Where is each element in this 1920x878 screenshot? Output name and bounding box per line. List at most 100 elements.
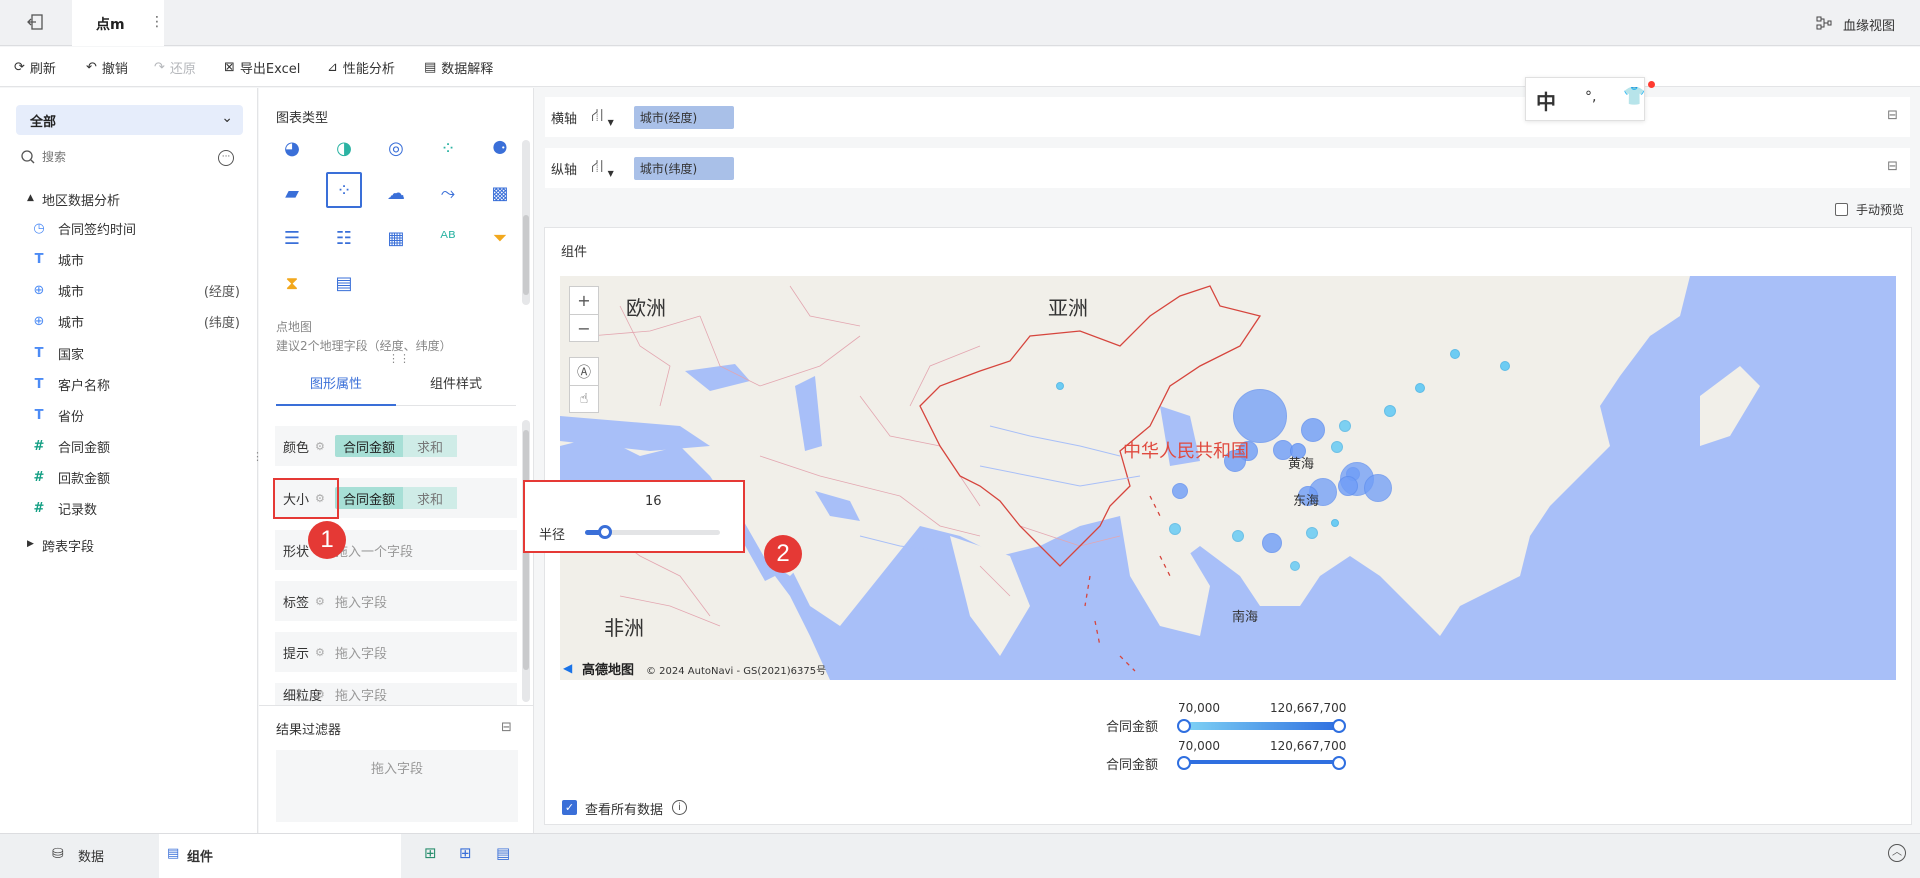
gear-icon[interactable]: ⚙ [315, 646, 325, 659]
word-cloud-icon[interactable]: ᴬᴮ [434, 224, 462, 252]
zoom-out-button[interactable]: − [569, 314, 599, 342]
heat-map-icon[interactable]: ☁ [382, 179, 410, 207]
point-map[interactable]: 欧洲 亚洲 非洲 中华人民共和国 黄海 东海 南海 ◀ 高德地图 © 2024 … [560, 276, 1896, 680]
split-drag-handle[interactable]: ⋮⋮ [388, 352, 410, 365]
legend-size-handle-min[interactable] [1177, 756, 1191, 770]
field-item[interactable]: # 回款金额 [30, 466, 240, 488]
cross-table-caret-icon[interactable]: ▶ [27, 539, 34, 549]
map-bubble[interactable] [1056, 382, 1064, 390]
legend-color-handle-min[interactable] [1177, 719, 1191, 733]
multi-pie-icon[interactable]: ◑ [330, 134, 358, 162]
x-axis-caret-icon[interactable]: ▼ [608, 118, 614, 127]
cross-table-fields[interactable]: 跨表字段 [42, 536, 94, 555]
field-item[interactable]: # 合同金额 [30, 435, 240, 457]
point-map-icon[interactable]: ⁘ [326, 172, 362, 208]
attr-aggregation[interactable]: 求和 [403, 435, 458, 457]
manual-preview-checkbox[interactable] [1835, 203, 1848, 216]
data-explain-button[interactable]: ▤ 数据解释 [424, 57, 493, 77]
list-table-icon[interactable]: ☰ [278, 224, 306, 252]
area-map-icon[interactable]: ▩ [486, 179, 514, 207]
tree-group-title[interactable]: 地区数据分析 [42, 190, 120, 209]
map-bubble[interactable] [1415, 383, 1425, 393]
field-item[interactable]: ⊕ 城市 (纬度) [30, 310, 240, 332]
flow-map-icon[interactable]: ⤳ [434, 179, 462, 207]
attr-field-pill[interactable]: 合同金额 求和 [335, 435, 458, 457]
map-bubble[interactable] [1262, 533, 1282, 553]
y-axis-chart-icon[interactable]: ⛙ [591, 156, 604, 180]
scatter-chart-icon[interactable]: ⁘ [434, 134, 462, 162]
filter-icon[interactable]: ⊟ [501, 720, 512, 735]
bubble-chart-icon[interactable]: ⚈ [486, 134, 514, 162]
attr-field-pill[interactable]: 合同金额 求和 [335, 487, 458, 509]
redo-button[interactable]: ↷ 还原 [154, 57, 196, 77]
map-bubble[interactable] [1232, 530, 1244, 542]
map-bubble[interactable] [1306, 527, 1318, 539]
lasso-select-icon[interactable]: Ⓐ [569, 357, 599, 385]
pie-chart-icon[interactable]: ◕ [278, 134, 306, 162]
tab-graph-attr[interactable]: 图形属性 [276, 368, 396, 406]
tree-group-caret-icon[interactable]: ▲ [27, 193, 34, 203]
tab-component[interactable]: ▤ 组件 [159, 834, 401, 878]
map-bubble[interactable] [1338, 476, 1358, 496]
map-bubble[interactable] [1301, 418, 1325, 442]
y-axis-lock-icon[interactable]: ⊟ [1887, 159, 1898, 174]
legend-color-bar[interactable] [1184, 722, 1339, 730]
ime-skin-icon[interactable]: 👕 [1623, 86, 1645, 107]
map-bubble[interactable] [1233, 389, 1287, 443]
add-dashboard-icon[interactable]: ⊞ [459, 844, 472, 862]
legend-size-bar[interactable] [1184, 760, 1339, 764]
hand-pan-icon[interactable]: ☝ [569, 385, 599, 413]
map-bubble[interactable] [1169, 523, 1181, 535]
x-axis-chart-icon[interactable]: ⛙ [591, 105, 604, 129]
attr-row-granularity[interactable]: 细粒度 ⚙ 拖入字段 [275, 683, 517, 705]
field-item[interactable]: T 国家 [30, 342, 240, 364]
field-search-input[interactable] [42, 147, 202, 167]
field-item[interactable]: T 客户名称 [30, 373, 240, 395]
attr-aggregation[interactable]: 求和 [403, 487, 458, 509]
result-filter-dropzone[interactable]: 拖入字段 [276, 750, 518, 822]
map-bubble[interactable] [1384, 405, 1396, 417]
lineage-view-button[interactable]: 血缘视图 [1843, 15, 1895, 34]
gear-icon[interactable]: ⚙ [315, 688, 325, 701]
collapse-up-icon[interactable]: ︿ [1888, 844, 1906, 862]
region-map-icon[interactable]: ▰ [278, 179, 306, 207]
gear-icon[interactable]: ⚙ [315, 595, 325, 608]
map-bubble[interactable] [1331, 519, 1339, 527]
export-excel-button[interactable]: ⊠ 导出Excel [224, 57, 300, 77]
exit-icon[interactable] [26, 13, 46, 33]
ime-punct-icon[interactable]: °, [1585, 89, 1596, 105]
gantt-icon[interactable]: ▤ [330, 269, 358, 297]
dataset-dropdown[interactable]: 全部 ⌄ [16, 105, 243, 135]
refresh-button[interactable]: ⟳ 刷新 [14, 57, 56, 77]
legend-size-handle-max[interactable] [1332, 756, 1346, 770]
y-axis-field-pill[interactable]: 城市(纬度) [633, 156, 734, 180]
map-bubble[interactable] [1339, 420, 1351, 432]
map-bubble[interactable] [1364, 474, 1392, 502]
legend-color-handle-max[interactable] [1332, 719, 1346, 733]
more-options-icon[interactable]: ··· [218, 150, 234, 166]
field-item[interactable]: ⊕ 城市 (经度) [30, 279, 240, 301]
map-bubble[interactable] [1172, 483, 1188, 499]
chart-type-scrollbar[interactable] [522, 140, 530, 305]
box-plot-icon[interactable]: ⧗ [278, 269, 306, 297]
view-all-data-checkbox[interactable]: ✓ [562, 800, 577, 815]
funnel-chart-icon[interactable]: ⏷ [486, 224, 514, 252]
map-bubble[interactable] [1290, 561, 1300, 571]
field-item[interactable]: ◷ 合同签约时间 [30, 217, 240, 239]
field-item[interactable]: T 省份 [30, 404, 240, 426]
map-bubble[interactable] [1500, 361, 1510, 371]
perf-analysis-button[interactable]: ⊿ 性能分析 [327, 57, 395, 77]
tab-data[interactable]: ⛁ 数据 [0, 834, 158, 878]
map-bubble[interactable] [1331, 441, 1343, 453]
add-report-icon[interactable]: ▤ [496, 844, 510, 862]
x-axis-field-pill[interactable]: 城市(经度) [633, 105, 734, 129]
attr-row-tooltip[interactable]: 提示 ⚙ 拖入字段 [275, 632, 517, 672]
attr-row-label[interactable]: 标签 ⚙ 拖入字段 [275, 581, 517, 621]
y-axis-caret-icon[interactable]: ▼ [608, 169, 614, 178]
group-table-icon[interactable]: ☷ [330, 224, 358, 252]
tab-component-style[interactable]: 组件样式 [396, 368, 516, 406]
add-component-icon[interactable]: ⊞ [424, 844, 437, 862]
attr-scrollbar[interactable] [522, 420, 530, 702]
zoom-in-button[interactable]: + [569, 286, 599, 314]
more-menu-icon[interactable]: ⋮ [150, 14, 164, 30]
